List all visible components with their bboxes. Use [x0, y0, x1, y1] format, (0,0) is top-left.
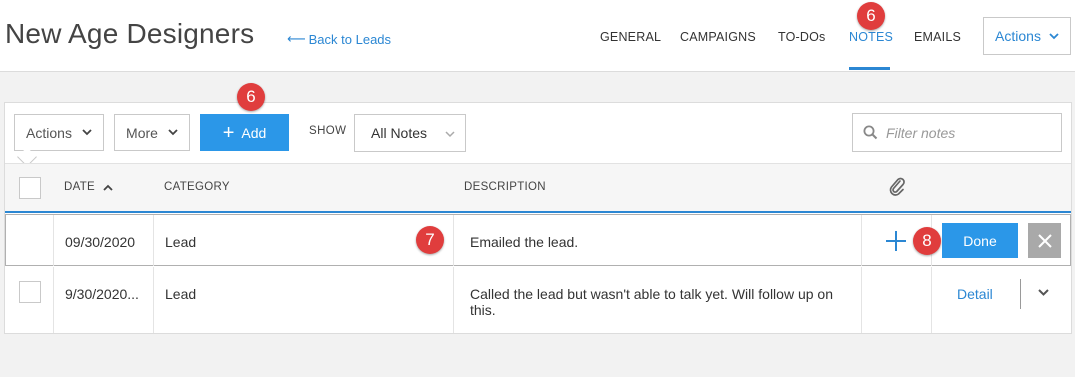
plus-icon: + — [222, 121, 235, 144]
row-date: 9/30/2020... — [65, 286, 139, 302]
more-button[interactable]: More — [114, 114, 190, 151]
show-filter-value: All Notes — [371, 125, 428, 141]
column-divider — [453, 267, 454, 333]
paperclip-icon — [889, 177, 905, 196]
column-header-category[interactable]: CATEGORY — [164, 181, 230, 193]
page-title: New Age Designers — [5, 18, 255, 49]
toolbar-actions-label: Actions — [26, 124, 72, 141]
back-to-leads-link[interactable]: ⟵ Back to Leads — [287, 31, 391, 47]
column-divider — [53, 215, 54, 266]
show-label: SHOW — [309, 125, 347, 137]
row-checkbox[interactable] — [19, 281, 41, 303]
chevron-down-icon — [168, 129, 178, 136]
annotation-badge-row: 7 — [416, 226, 444, 254]
left-arrow-icon: ⟵ — [287, 31, 306, 46]
search-icon — [863, 125, 878, 140]
column-header-date[interactable]: DATE — [64, 181, 113, 193]
annotation-badge-done: 8 — [913, 227, 941, 255]
back-link-label: Back to Leads — [308, 31, 392, 47]
column-header-description[interactable]: DESCRIPTION — [464, 181, 546, 193]
show-filter-select[interactable]: All Notes — [354, 114, 466, 152]
tab-emails[interactable]: EMAILS — [914, 30, 961, 44]
done-button[interactable]: Done — [942, 223, 1018, 258]
header-actions-button[interactable]: Actions — [983, 17, 1071, 55]
tab-campaigns[interactable]: CAMPAIGNS — [680, 30, 756, 44]
active-tab-indicator — [849, 67, 890, 70]
toolbar-actions-button[interactable]: Actions — [14, 114, 104, 151]
more-label: More — [126, 124, 158, 141]
chevron-down-icon — [1049, 32, 1059, 39]
header-actions-label: Actions — [995, 28, 1041, 44]
column-divider — [53, 267, 54, 333]
cancel-edit-button[interactable] — [1028, 223, 1061, 258]
date-header-label: DATE — [64, 181, 96, 193]
column-divider — [861, 215, 862, 266]
column-divider — [861, 267, 862, 333]
detail-link[interactable]: Detail — [957, 286, 993, 302]
annotation-badge-add: 6 — [237, 83, 265, 111]
row-description-input[interactable]: Emailed the lead. — [470, 234, 578, 250]
chevron-down-icon — [445, 131, 455, 138]
annotation-badge-notes: 6 — [857, 2, 885, 30]
sort-ascending-icon — [103, 184, 113, 191]
row-category: Lead — [165, 286, 197, 302]
column-divider — [153, 215, 154, 266]
column-divider — [931, 267, 932, 333]
select-all-checkbox[interactable] — [19, 177, 41, 199]
row-description: Called the lead but wasn't able to talk … — [470, 286, 833, 318]
chevron-down-icon — [82, 129, 92, 136]
column-divider — [453, 215, 454, 266]
row-date-input[interactable]: 09/30/2020 — [65, 234, 135, 250]
filter-notes-input[interactable] — [886, 124, 1056, 141]
add-note-button[interactable]: + Add — [200, 114, 289, 151]
close-icon — [1037, 233, 1052, 248]
add-label: Add — [241, 124, 267, 141]
add-attachment-plus-icon[interactable] — [884, 229, 908, 253]
divider — [1020, 279, 1021, 309]
column-divider — [153, 267, 154, 333]
tab-general[interactable]: GENERAL — [600, 30, 661, 44]
chevron-down-icon[interactable] — [1038, 289, 1049, 297]
tab-notes[interactable]: NOTES — [849, 30, 893, 44]
row-category-select[interactable]: Lead — [165, 234, 196, 250]
filter-notes-field[interactable] — [852, 113, 1062, 152]
tab-todos[interactable]: TO-DOs — [778, 30, 826, 44]
